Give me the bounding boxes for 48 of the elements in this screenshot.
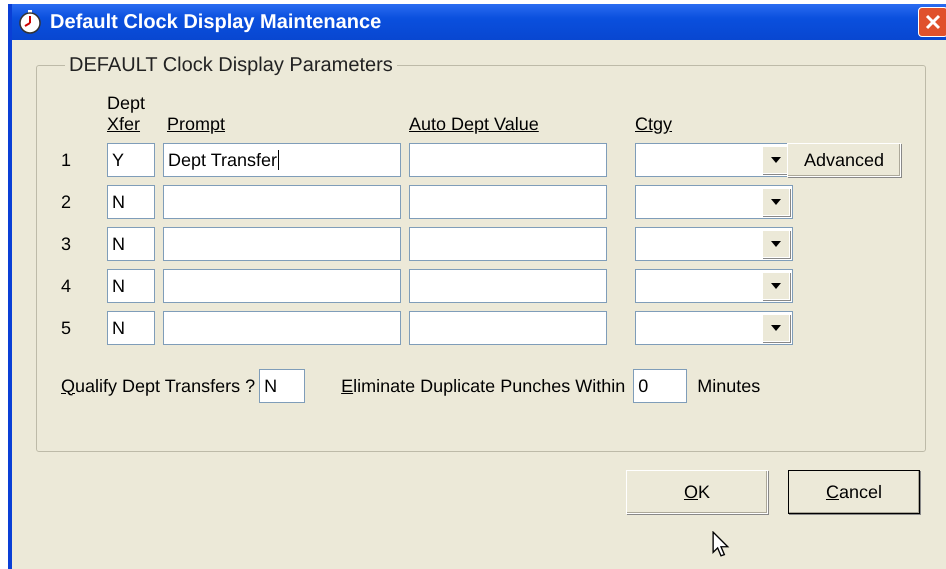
dialog-button[interactable]: Cancel — [788, 470, 920, 514]
xfer-field[interactable]: Y — [107, 143, 155, 177]
column-header: Ctgy — [635, 114, 672, 135]
auto-dept-field[interactable] — [409, 143, 607, 177]
category-dropdown[interactable] — [635, 311, 793, 345]
row-number: 3 — [61, 234, 72, 254]
advanced-button[interactable]: Advanced — [787, 143, 901, 177]
row-number: 2 — [61, 192, 72, 212]
prompt-field[interactable] — [163, 269, 401, 303]
group-title: DEFAULT Clock Display Parameters — [68, 54, 394, 77]
auto-dept-field[interactable] — [409, 269, 607, 303]
column-header: Prompt — [167, 114, 226, 135]
unit-label: Minutes — [697, 376, 760, 396]
column-header: Dept — [107, 93, 146, 114]
xfer-field[interactable]: N — [107, 185, 155, 219]
row-number: 1 — [61, 150, 72, 170]
column-header: Xfer — [107, 114, 140, 135]
minutes-field[interactable]: 0 — [633, 369, 688, 403]
auto-dept-field[interactable] — [409, 311, 607, 345]
dropdown-arrow-icon — [771, 325, 781, 331]
dropdown-arrow-icon — [771, 199, 781, 205]
xfer-field[interactable]: N — [107, 311, 155, 345]
auto-dept-field[interactable] — [409, 185, 607, 219]
dropdown-arrow-icon — [771, 241, 781, 247]
window-title: Default Clock Display Maintenance — [50, 10, 382, 34]
prompt-field[interactable] — [163, 311, 401, 345]
dropdown-arrow-icon — [771, 283, 781, 289]
row-number: 4 — [61, 276, 72, 296]
category-dropdown[interactable] — [635, 227, 793, 261]
dropdown-arrow-icon — [771, 157, 781, 163]
prompt-field[interactable] — [163, 185, 401, 219]
category-dropdown[interactable] — [635, 185, 793, 219]
dialog-button[interactable]: OK — [626, 470, 768, 514]
column-header: Auto Dept Value — [409, 114, 539, 135]
auto-dept-field[interactable] — [409, 227, 607, 261]
prompt-field[interactable]: Dept Transfer — [163, 143, 401, 177]
xfer-field[interactable]: N — [107, 269, 155, 303]
mouse-cursor-icon — [712, 531, 730, 558]
eliminate-label: Eliminate Duplicate Punches Within — [341, 376, 626, 396]
xfer-field[interactable]: N — [107, 227, 155, 261]
row-number: 5 — [61, 318, 72, 338]
close-button[interactable] — [918, 7, 946, 37]
category-dropdown[interactable] — [635, 269, 793, 303]
qualify-label: Qualify Dept Transfers ? — [61, 376, 256, 396]
prompt-field[interactable] — [163, 227, 401, 261]
qualify-field[interactable]: N — [259, 369, 306, 403]
close-icon — [923, 12, 943, 32]
stopwatch-icon — [18, 10, 42, 34]
